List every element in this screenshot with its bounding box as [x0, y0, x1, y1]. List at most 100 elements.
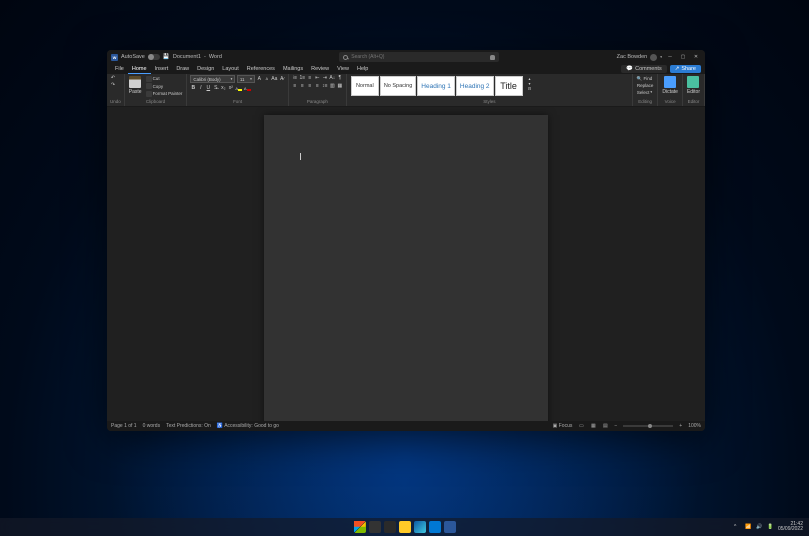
subscript-icon[interactable]: x₂	[220, 85, 226, 91]
tray-battery-icon[interactable]: 🔋	[767, 524, 773, 530]
system-clock[interactable]: 21:42 05/09/2022	[778, 522, 803, 533]
tab-references[interactable]: References	[243, 65, 279, 73]
status-words[interactable]: 0 words	[143, 423, 161, 429]
taskbar-edge-icon[interactable]	[414, 521, 426, 533]
style-heading-2[interactable]: Heading 2	[456, 76, 494, 96]
shrink-font-icon[interactable]: A	[264, 76, 270, 82]
taskbar-word-icon[interactable]	[444, 521, 456, 533]
view-read-icon[interactable]: ▭	[578, 423, 584, 429]
comments-button[interactable]: 💬 Comments	[621, 65, 666, 73]
status-focus[interactable]: ▣ Focus	[553, 423, 573, 429]
zoom-in-button[interactable]: +	[679, 423, 682, 429]
superscript-icon[interactable]: x²	[228, 85, 234, 91]
select-button[interactable]: Select ▾	[636, 89, 655, 95]
start-button[interactable]	[354, 521, 366, 533]
highlight-color-icon[interactable]: A	[235, 85, 242, 91]
taskbar-explorer-icon[interactable]	[399, 521, 411, 533]
bold-icon[interactable]: B	[190, 85, 196, 91]
cut-button[interactable]: Cut	[145, 75, 184, 82]
status-predictions[interactable]: Text Predictions: On	[166, 423, 211, 429]
format-painter-icon	[146, 91, 152, 97]
tab-mailings[interactable]: Mailings	[279, 65, 307, 73]
tab-review[interactable]: Review	[307, 65, 333, 73]
dictate-button[interactable]: Dictate	[661, 75, 679, 96]
zoom-slider[interactable]	[623, 425, 673, 427]
shading-icon[interactable]: ▥	[329, 83, 335, 89]
styles-scroll[interactable]: ▴▾⊟	[526, 75, 534, 92]
numbering-icon[interactable]: 1≡	[299, 75, 305, 81]
tab-draw[interactable]: Draw	[172, 65, 193, 73]
sort-icon[interactable]: A↓	[329, 75, 335, 81]
tray-volume-icon[interactable]: 🔊	[756, 524, 762, 530]
view-web-icon[interactable]: ▤	[602, 423, 608, 429]
multilevel-list-icon[interactable]: ≡	[307, 75, 313, 81]
user-avatar-icon[interactable]	[650, 54, 657, 61]
line-spacing-icon[interactable]: ↕≡	[322, 83, 328, 89]
taskbar-search-icon[interactable]	[369, 521, 381, 533]
ribbon-group-clipboard: Paste Cut Copy Format Painter Clipboard	[125, 74, 188, 106]
tab-insert[interactable]: Insert	[151, 65, 173, 73]
tab-home[interactable]: Home	[128, 65, 151, 74]
justify-icon[interactable]: ≡	[314, 83, 320, 89]
editor-label: Editor	[686, 99, 701, 105]
align-right-icon[interactable]: ≡	[307, 83, 313, 89]
bullets-icon[interactable]: ⁝≡	[292, 75, 298, 81]
style-title[interactable]: Title	[495, 76, 523, 96]
zoom-out-button[interactable]: −	[614, 423, 617, 429]
italic-icon[interactable]: I	[198, 85, 204, 91]
tab-help[interactable]: Help	[353, 65, 372, 73]
tray-wifi-icon[interactable]: 📶	[745, 524, 751, 530]
mic-icon[interactable]	[490, 55, 495, 60]
tab-design[interactable]: Design	[193, 65, 218, 73]
voice-label: Voice	[661, 99, 679, 105]
replace-button[interactable]: Replace	[636, 83, 655, 89]
change-case-icon[interactable]: Aa	[271, 76, 277, 82]
clear-formatting-icon[interactable]: A̷	[279, 76, 285, 82]
undo-icon[interactable]: ↶	[110, 75, 116, 81]
ribbon-display-icon[interactable]: ▾	[660, 55, 662, 59]
editor-button[interactable]: Editor	[686, 75, 701, 96]
status-accessibility[interactable]: ♿ Accessibility: Good to go	[217, 423, 279, 429]
autosave-toggle[interactable]	[148, 54, 160, 60]
document-page[interactable]	[264, 115, 548, 421]
tab-layout[interactable]: Layout	[218, 65, 243, 73]
style-no-spacing[interactable]: No Spacing	[380, 76, 416, 96]
share-button[interactable]: ↗ Share	[670, 65, 701, 73]
borders-icon[interactable]: ▦	[337, 83, 343, 89]
copy-button[interactable]: Copy	[145, 83, 184, 90]
user-name[interactable]: Zac Bowden	[617, 54, 648, 60]
format-painter-button[interactable]: Format Painter	[145, 90, 184, 97]
tray-chevron-icon[interactable]: ^	[734, 524, 740, 530]
status-page[interactable]: Page 1 of 1	[111, 423, 137, 429]
find-button[interactable]: 🔍Find	[636, 75, 655, 82]
taskbar-store-icon[interactable]	[429, 521, 441, 533]
align-left-icon[interactable]: ≡	[292, 83, 298, 89]
style-normal[interactable]: Normal	[351, 76, 379, 96]
font-size-select[interactable]: 11▾	[237, 75, 255, 83]
show-marks-icon[interactable]: ¶	[337, 75, 343, 81]
paste-button[interactable]: Paste	[128, 75, 143, 96]
zoom-value[interactable]: 100%	[688, 423, 701, 429]
underline-icon[interactable]: U	[205, 85, 211, 91]
grow-font-icon[interactable]: A	[256, 76, 262, 82]
search-box[interactable]	[339, 52, 499, 62]
taskbar-taskview-icon[interactable]	[384, 521, 396, 533]
minimize-button[interactable]: ─	[665, 52, 675, 62]
redo-icon[interactable]: ↷	[110, 82, 116, 88]
view-print-icon[interactable]: ▦	[590, 423, 596, 429]
font-name-select[interactable]: Calibri (Body)▾	[190, 75, 235, 83]
styles-gallery: Normal No Spacing Heading 1 Heading 2 Ti…	[350, 75, 524, 97]
align-center-icon[interactable]: ≡	[299, 83, 305, 89]
style-heading-1[interactable]: Heading 1	[417, 76, 455, 96]
search-input[interactable]	[351, 54, 487, 60]
maximize-button[interactable]: ▢	[678, 52, 688, 62]
decrease-indent-icon[interactable]: ⇤	[314, 75, 320, 81]
document-area[interactable]	[107, 107, 705, 421]
save-icon[interactable]: 💾	[163, 54, 170, 61]
increase-indent-icon[interactable]: ⇥	[322, 75, 328, 81]
tab-view[interactable]: View	[333, 65, 353, 73]
strikethrough-icon[interactable]: S̶	[213, 85, 219, 91]
close-button[interactable]: ✕	[691, 52, 701, 62]
font-color-icon[interactable]: A	[244, 85, 251, 91]
tab-file[interactable]: File	[111, 65, 128, 73]
